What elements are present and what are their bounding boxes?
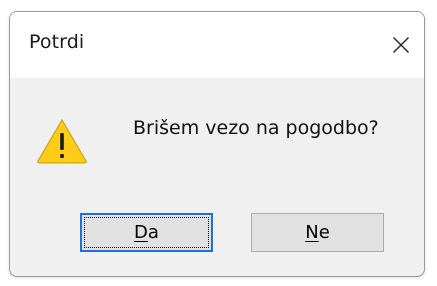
yes-button-label-rest: a (147, 222, 159, 243)
close-button[interactable] (378, 12, 424, 78)
no-button[interactable]: Ne (251, 213, 384, 252)
no-button-mnemonic: N (305, 222, 319, 243)
confirm-dialog: Potrdi Brišem vezo na pogodbo? Da Ne (9, 11, 425, 277)
dialog-message: Brišem vezo na pogodbo? (133, 117, 379, 139)
no-button-label: Ne (305, 222, 330, 243)
no-button-label-rest: e (318, 222, 330, 243)
dialog-title: Potrdi (29, 31, 85, 53)
title-bar: Potrdi (10, 12, 424, 78)
dialog-body: Brišem vezo na pogodbo? Da Ne (10, 78, 424, 276)
yes-button[interactable]: Da (80, 213, 213, 252)
yes-button-mnemonic: D (134, 222, 148, 243)
close-icon (393, 37, 409, 53)
yes-button-label: Da (134, 222, 159, 243)
warning-icon (37, 119, 87, 164)
